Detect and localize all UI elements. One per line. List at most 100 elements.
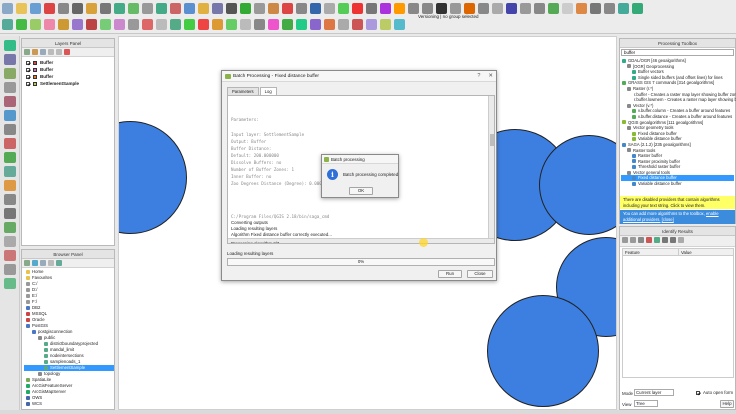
toolbar-tool-icon[interactable]: [100, 19, 111, 30]
close-notice-link[interactable]: [close]: [662, 217, 674, 222]
toolbar-tool-icon[interactable]: [170, 19, 181, 30]
toolbar-tool-icon[interactable]: [2, 19, 13, 30]
add-group-icon[interactable]: [24, 49, 30, 55]
toolbar-tool-icon[interactable]: [296, 3, 307, 14]
view-select[interactable]: Tree: [634, 400, 658, 407]
expand-icon[interactable]: [48, 49, 54, 55]
toolbar-tool-icon[interactable]: [72, 3, 83, 14]
print-icon[interactable]: [670, 237, 676, 243]
digitizing-tool-icon[interactable]: [4, 152, 16, 163]
toolbar-tool-icon[interactable]: [86, 19, 97, 30]
identify-help-button[interactable]: Help: [720, 400, 734, 408]
collapse-icon[interactable]: [56, 49, 62, 55]
toolbar-tool-icon[interactable]: [562, 3, 573, 14]
toolbar-tool-icon[interactable]: [282, 3, 293, 14]
toolbar-tool-icon[interactable]: [436, 3, 447, 14]
toolbar-tool-icon[interactable]: [184, 19, 195, 30]
toolbar-tool-icon[interactable]: [338, 3, 349, 14]
toolbar-tool-icon[interactable]: [198, 19, 209, 30]
toolbar-tool-icon[interactable]: [366, 19, 377, 30]
ok-button[interactable]: OK: [349, 187, 373, 195]
toolbar-tool-icon[interactable]: [156, 19, 167, 30]
digitizing-tool-icon[interactable]: [4, 180, 16, 191]
toolbar-tool-icon[interactable]: [212, 19, 223, 30]
mode-select[interactable]: Current layer: [634, 389, 674, 396]
toolbar-tool-icon[interactable]: [520, 3, 531, 14]
toolbar-tool-icon[interactable]: [464, 3, 475, 14]
toolbar-tool-icon[interactable]: [366, 3, 377, 14]
toolbar-tool-icon[interactable]: [72, 19, 83, 30]
zoom-to-feature-icon[interactable]: [654, 237, 660, 243]
digitizing-tool-icon[interactable]: [4, 194, 16, 205]
toolbar-tool-icon[interactable]: [548, 3, 559, 14]
filter-icon[interactable]: [40, 260, 46, 266]
toolbar-tool-icon[interactable]: [58, 3, 69, 14]
run-button[interactable]: Run: [438, 270, 462, 278]
toolbar-tool-icon[interactable]: [142, 3, 153, 14]
toolbar-tool-icon[interactable]: [590, 3, 601, 14]
close-window-button[interactable]: ✕: [488, 71, 493, 82]
toolbar-tool-icon[interactable]: [16, 19, 27, 30]
add-selected-icon[interactable]: [24, 260, 30, 266]
toolbar-tool-icon[interactable]: [254, 19, 265, 30]
close-button[interactable]: Close: [467, 270, 493, 278]
expand-new-icon[interactable]: [638, 237, 644, 243]
manage-themes-icon[interactable]: [32, 49, 38, 55]
refresh-icon[interactable]: [32, 260, 38, 266]
toolbar-tool-icon[interactable]: [492, 3, 503, 14]
digitizing-tool-icon[interactable]: [4, 138, 16, 149]
digitizing-tool-icon[interactable]: [4, 40, 16, 51]
browser-item[interactable]: WCS: [24, 401, 114, 407]
filter-icon[interactable]: [40, 49, 46, 55]
layer-visibility-checkbox[interactable]: [26, 74, 30, 79]
toolbar-tool-icon[interactable]: [86, 3, 97, 14]
toolbar-tool-icon[interactable]: [310, 3, 321, 14]
layer-visibility-checkbox[interactable]: [26, 60, 30, 65]
digitizing-tool-icon[interactable]: [4, 166, 16, 177]
tab-parameters[interactable]: Parameters: [227, 87, 259, 95]
toolbox-item[interactable]: Variable distance buffer: [621, 181, 734, 187]
toolbar-tool-icon[interactable]: [128, 19, 139, 30]
toolbar-tool-icon[interactable]: [618, 3, 629, 14]
tab-log[interactable]: Log: [259, 87, 277, 95]
toolbar-tool-icon[interactable]: [268, 19, 279, 30]
toolbar-tool-icon[interactable]: [240, 3, 251, 14]
layer-item[interactable]: SettlementSample: [22, 80, 114, 87]
toolbar-tool-icon[interactable]: [632, 3, 643, 14]
collapse-tree-icon[interactable]: [630, 237, 636, 243]
toolbar-tool-icon[interactable]: [128, 3, 139, 14]
layer-item[interactable]: Buffer: [22, 59, 114, 66]
toolbar-tool-icon[interactable]: [534, 3, 545, 14]
toolbar-tool-icon[interactable]: [394, 19, 405, 30]
help-button[interactable]: ?: [477, 71, 480, 82]
toolbar-tool-icon[interactable]: [114, 3, 125, 14]
digitizing-tool-icon[interactable]: [4, 82, 16, 93]
toolbar-tool-icon[interactable]: [44, 19, 55, 30]
toolbar-tool-icon[interactable]: [240, 19, 251, 30]
toolbar-tool-icon[interactable]: [254, 3, 265, 14]
toolbar-tool-icon[interactable]: [380, 19, 391, 30]
toolbar-tool-icon[interactable]: [324, 19, 335, 30]
toolbar-tool-icon[interactable]: [30, 19, 41, 30]
toolbar-tool-icon[interactable]: [170, 3, 181, 14]
digitizing-tool-icon[interactable]: [4, 110, 16, 121]
toolbar-tool-icon[interactable]: [380, 3, 391, 14]
digitizing-tool-icon[interactable]: [4, 54, 16, 65]
toolbar-tool-icon[interactable]: [226, 19, 237, 30]
select-features-icon[interactable]: [678, 237, 684, 243]
digitizing-tool-icon[interactable]: [4, 68, 16, 79]
digitizing-tool-icon[interactable]: [4, 208, 16, 219]
scrollbar-thumb[interactable]: [490, 134, 494, 146]
toolbar-tool-icon[interactable]: [30, 3, 41, 14]
toolbar-tool-icon[interactable]: [268, 3, 279, 14]
auto-open-checkbox[interactable]: [696, 391, 700, 395]
layer-item[interactable]: Buffer: [22, 73, 114, 80]
toolbar-tool-icon[interactable]: [450, 3, 461, 14]
digitizing-tool-icon[interactable]: [4, 278, 16, 289]
collapse-all-icon[interactable]: [48, 260, 54, 266]
toolbar-tool-icon[interactable]: [226, 3, 237, 14]
log-vertical-scrollbar[interactable]: [488, 96, 494, 243]
toolbar-tool-icon[interactable]: [422, 3, 433, 14]
toolbar-tool-icon[interactable]: [58, 19, 69, 30]
toolbar-tool-icon[interactable]: [114, 19, 125, 30]
